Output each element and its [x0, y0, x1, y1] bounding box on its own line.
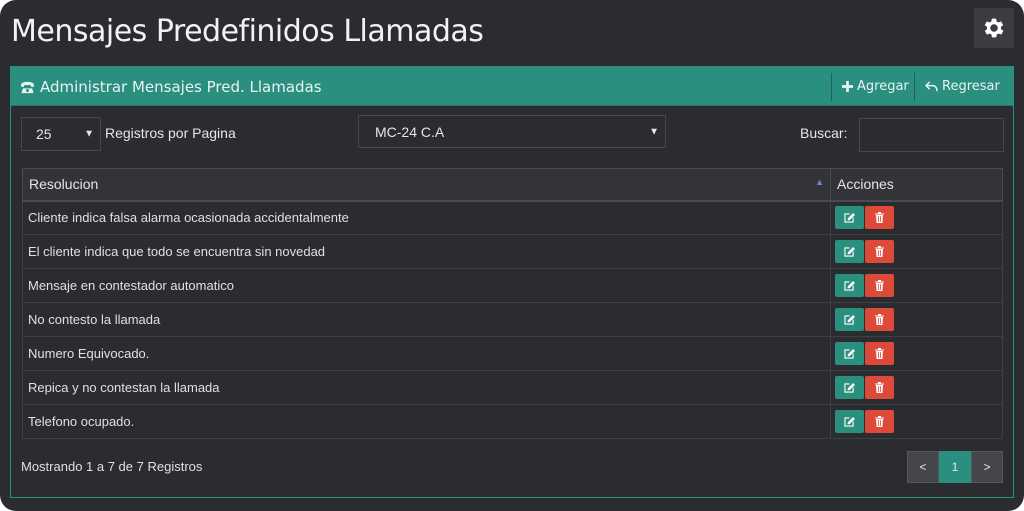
resolucion-text: Numero Equivocado. [28, 346, 150, 361]
panel-title: Administrar Mensajes Pred. Llamadas [20, 78, 322, 96]
records-info: Mostrando 1 a 7 de 7 Registros [21, 459, 203, 474]
pagination: < 1 > [907, 451, 1003, 483]
table-row: No contesto la llamada [22, 302, 1003, 337]
delete-button[interactable] [865, 206, 894, 230]
table-header-row: Resolucion ▲ Acciones [22, 168, 1003, 202]
delete-button[interactable] [865, 308, 894, 331]
chevron-down-icon: ▼ [84, 128, 94, 140]
next-page-button[interactable]: > [971, 451, 1003, 483]
table-body: Cliente indica falsa alarma ocasionada a… [22, 200, 1003, 439]
reply-icon [925, 81, 938, 92]
back-button[interactable]: Regresar [925, 79, 1000, 94]
table-row: Cliente indica falsa alarma ocasionada a… [22, 200, 1003, 235]
edit-icon [844, 416, 855, 427]
trash-icon [875, 416, 884, 427]
divider [914, 73, 915, 101]
back-button-label: Regresar [942, 79, 1000, 94]
table-row: Repica y no contestan la llamada [22, 370, 1003, 405]
edit-icon [844, 348, 855, 359]
add-button-label: Agregar [857, 79, 909, 94]
table-row: El cliente indica que todo se encuentra … [22, 234, 1003, 269]
trash-icon [875, 280, 884, 291]
column-header-resolucion[interactable]: Resolucion ▲ [22, 168, 831, 202]
settings-button[interactable] [974, 8, 1014, 48]
column-header-label: Resolucion [29, 176, 99, 193]
column-header-acciones: Acciones [830, 168, 1003, 202]
column-header-label: Acciones [837, 176, 894, 193]
edit-button[interactable] [835, 376, 864, 399]
actions-cell [830, 200, 1003, 235]
page-button-current[interactable]: 1 [939, 451, 971, 483]
page-size-label: Registros por Pagina [105, 125, 236, 141]
resolucion-text: Mensaje en contestador automatico [28, 278, 234, 293]
resolucion-text: El cliente indica que todo se encuentra … [28, 244, 326, 259]
edit-icon [844, 382, 855, 393]
delete-button[interactable] [865, 342, 894, 365]
messages-table: Resolucion ▲ Acciones Cliente indica fal… [22, 168, 1003, 439]
edit-icon [844, 212, 855, 223]
messages-panel: Administrar Mensajes Pred. Llamadas Agre… [10, 66, 1014, 498]
resolucion-cell: No contesto la llamada [22, 302, 831, 337]
edit-button[interactable] [835, 206, 864, 230]
trash-icon [875, 348, 884, 359]
resolucion-text: Cliente indica falsa alarma ocasionada a… [28, 210, 349, 226]
delete-button[interactable] [865, 376, 894, 399]
table-row: Telefono ocupado. [22, 404, 1003, 439]
company-value: MC-24 C.A [375, 123, 445, 140]
resolucion-text: Repica y no contestan la llamada [28, 380, 220, 395]
resolucion-cell: Numero Equivocado. [22, 336, 831, 371]
actions-cell [830, 370, 1003, 405]
actions-cell [830, 404, 1003, 439]
sort-asc-icon: ▲ [815, 177, 824, 187]
resolucion-text: No contesto la llamada [28, 312, 161, 327]
resolucion-cell: Repica y no contestan la llamada [22, 370, 831, 405]
gear-icon [984, 18, 1004, 38]
resolucion-cell: El cliente indica que todo se encuentra … [22, 234, 831, 269]
page-title: Mensajes Predefinidos Llamadas [11, 14, 484, 49]
table-row: Numero Equivocado. [22, 336, 1003, 371]
actions-cell [830, 234, 1003, 269]
actions-cell [830, 268, 1003, 303]
edit-button[interactable] [835, 308, 864, 331]
actions-cell [830, 336, 1003, 371]
search-input[interactable] [859, 118, 1004, 152]
edit-icon [844, 246, 855, 257]
edit-button[interactable] [835, 342, 864, 365]
page-size-value: 25 [36, 126, 52, 142]
edit-icon [844, 314, 855, 325]
trash-icon [875, 314, 884, 325]
resolucion-text: Telefono ocupado. [28, 414, 135, 429]
company-select[interactable]: MC-24 C.A ▼ [358, 115, 666, 148]
delete-button[interactable] [865, 240, 894, 263]
chevron-down-icon: ▼ [649, 126, 659, 137]
resolucion-cell: Cliente indica falsa alarma ocasionada a… [22, 200, 831, 235]
resolucion-cell: Mensaje en contestador automatico [22, 268, 831, 303]
trash-icon [875, 246, 884, 257]
edit-button[interactable] [835, 240, 864, 263]
delete-button[interactable] [865, 410, 894, 433]
prev-page-button[interactable]: < [907, 451, 939, 483]
table-row: Mensaje en contestador automatico [22, 268, 1003, 303]
edit-icon [844, 280, 855, 291]
trash-icon [875, 382, 884, 393]
edit-button[interactable] [835, 274, 864, 297]
app-window: Mensajes Predefinidos Llamadas Administr… [0, 0, 1024, 511]
panel-header: Administrar Mensajes Pred. Llamadas Agre… [11, 67, 1013, 106]
divider [831, 73, 832, 101]
plus-icon [842, 81, 853, 92]
actions-cell [830, 302, 1003, 337]
resolucion-cell: Telefono ocupado. [22, 404, 831, 439]
trash-icon [875, 212, 884, 224]
search-label: Buscar: [800, 125, 848, 141]
edit-button[interactable] [835, 410, 864, 433]
page-size-select[interactable]: 25 ▼ [21, 117, 101, 151]
add-button[interactable]: Agregar [842, 79, 909, 94]
panel-title-text: Administrar Mensajes Pred. Llamadas [40, 78, 322, 96]
delete-button[interactable] [865, 274, 894, 297]
phone-icon [21, 81, 34, 93]
